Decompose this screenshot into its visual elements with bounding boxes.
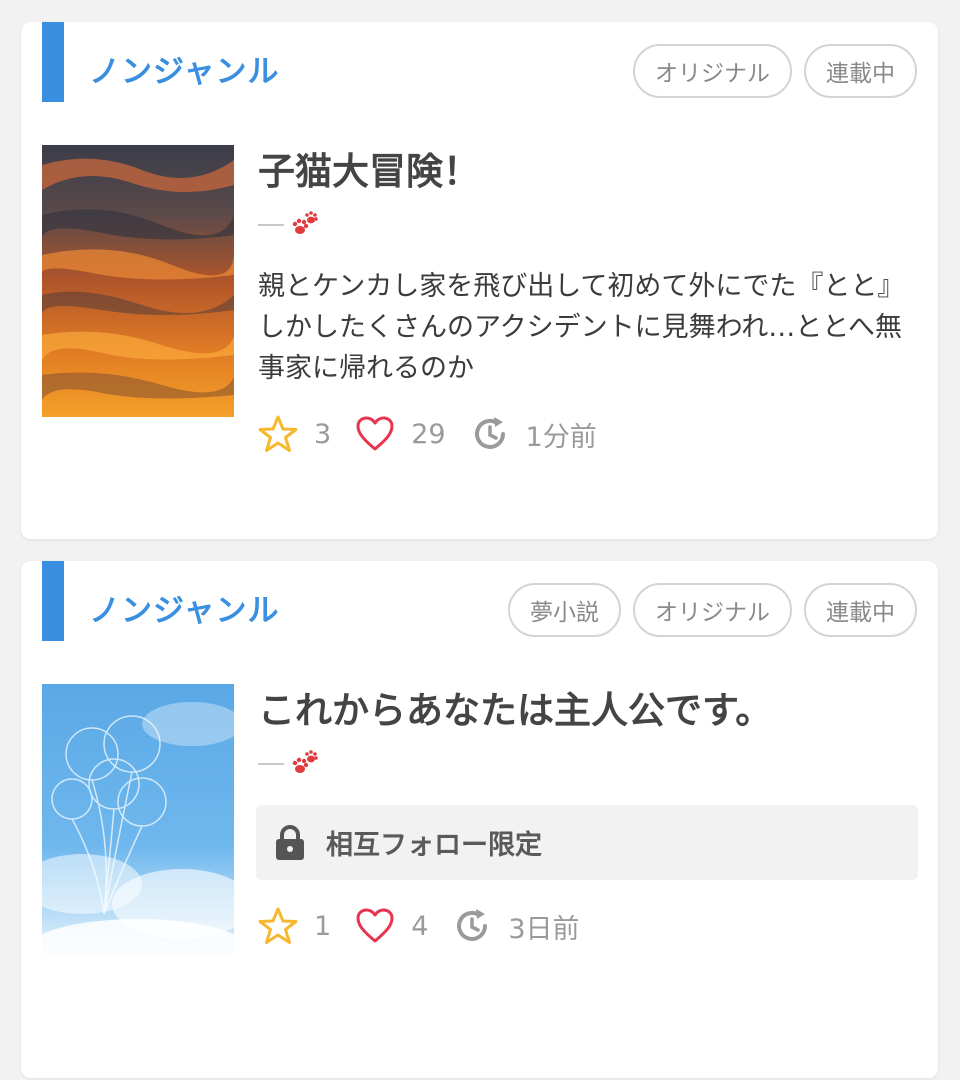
star-count: 3	[314, 418, 332, 450]
tag-list: オリジナル 連載中	[633, 44, 917, 98]
restriction-label: 相互フォロー限定	[326, 830, 542, 861]
balloons-sky-image	[42, 684, 234, 956]
author-dash	[258, 224, 284, 226]
sunset-clouds-image	[42, 145, 234, 417]
updated-time: 3日前	[508, 913, 580, 945]
heart-icon[interactable]	[355, 906, 395, 946]
story-title[interactable]: これからあなたは主人公です。	[258, 685, 772, 737]
tag-list: 夢小説 オリジナル 連載中	[508, 583, 917, 637]
tag-serializing[interactable]: 連載中	[804, 583, 917, 637]
author-row[interactable]	[258, 210, 320, 240]
history-icon	[474, 417, 505, 449]
genre-label[interactable]: ノンジャンル	[89, 52, 279, 92]
star-icon[interactable]	[258, 414, 298, 454]
paw-icon	[292, 750, 318, 773]
star-icon[interactable]	[258, 906, 298, 946]
stats-row: 3 29 1分前	[258, 414, 621, 454]
story-card[interactable]: ノンジャンル オリジナル 連載中 子猫大冒険！ 親とケンカし家を飛び出して初めて…	[21, 22, 938, 539]
genre-accent-bar	[42, 22, 64, 102]
author-row[interactable]	[258, 749, 320, 779]
genre-accent-bar	[42, 561, 64, 641]
heart-icon[interactable]	[355, 414, 395, 454]
restriction-notice: 相互フォロー限定	[256, 805, 918, 880]
tag-dream-novel[interactable]: 夢小説	[508, 583, 621, 637]
tag-original[interactable]: オリジナル	[633, 44, 792, 98]
cover-image[interactable]	[42, 684, 234, 956]
author-dash	[258, 763, 284, 765]
story-card[interactable]: ノンジャンル 夢小説 オリジナル 連載中 これからあなたは主人公です。 相互フォ…	[21, 561, 938, 1078]
genre-label[interactable]: ノンジャンル	[89, 591, 279, 631]
story-title[interactable]: 子猫大冒険！	[258, 146, 480, 198]
tag-serializing[interactable]: 連載中	[804, 44, 917, 98]
stats-row: 1 4 3日前	[258, 906, 604, 946]
tag-original[interactable]: オリジナル	[633, 583, 792, 637]
paw-icon	[292, 211, 318, 234]
lock-icon	[276, 824, 304, 860]
star-count: 1	[314, 910, 332, 942]
updated-time: 1分前	[525, 421, 597, 453]
cover-image[interactable]	[42, 145, 234, 417]
history-icon	[457, 909, 488, 941]
like-count: 4	[411, 910, 429, 942]
story-description: 親とケンカし家を飛び出して初めて外にでた『とと』しかしたくさんのアクシデントに見…	[258, 271, 905, 384]
like-count: 29	[411, 418, 446, 450]
